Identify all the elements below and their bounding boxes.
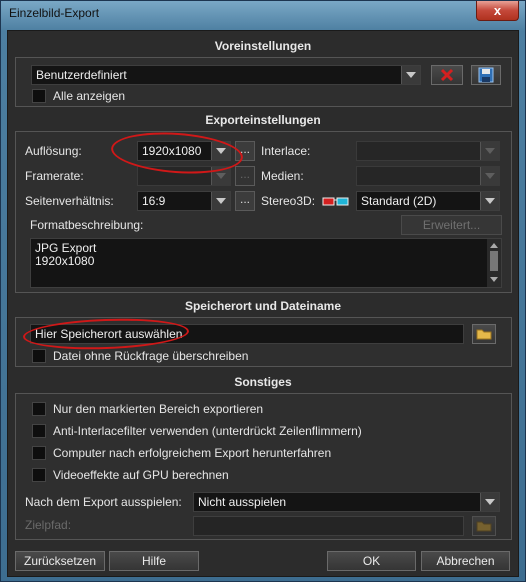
help-button[interactable]: Hilfe [109, 551, 199, 571]
ok-button[interactable]: OK [327, 551, 416, 571]
interlace-label: Interlace: [261, 144, 311, 158]
target-path-label: Zielpfad: [25, 518, 72, 532]
gpu-effects-checkbox[interactable] [32, 468, 46, 482]
misc-section: Nur den markierten Bereich exportieren A… [15, 393, 512, 540]
interlace-select[interactable] [356, 141, 500, 161]
resolution-value: 1920x1080 [142, 144, 202, 158]
save-location-section: Hier Speicherort auswählen Datei ohne Rü… [15, 317, 512, 367]
resolution-label: Auflösung: [25, 144, 82, 158]
show-all-checkbox[interactable] [32, 89, 46, 103]
stereo3d-value: Standard (2D) [361, 194, 437, 208]
misc-heading: Sonstiges [234, 375, 292, 389]
anti-interlace-label: Anti-Interlacefilter verwenden (unterdrü… [53, 424, 362, 438]
close-button[interactable]: x [476, 1, 519, 21]
3d-glasses-icon [322, 197, 349, 206]
stereo3d-label: Stereo3D: [261, 194, 316, 208]
save-path-value: Hier Speicherort auswählen [35, 327, 183, 341]
overwrite-label: Datei ohne Rückfrage überschreiben [53, 349, 249, 363]
show-all-label: Alle anzeigen [53, 89, 126, 103]
chevron-down-icon [401, 66, 420, 84]
save-location-heading: Speicherort und Dateiname [184, 299, 342, 313]
save-preset-button[interactable] [471, 65, 501, 85]
chevron-down-icon [480, 167, 499, 185]
shutdown-label: Computer nach erfolgreichem Export herun… [53, 446, 332, 460]
export-settings-heading: Exporteinstellungen [205, 113, 321, 127]
floppy-disk-icon [478, 67, 494, 83]
folder-icon [476, 329, 492, 340]
resolution-browse-button[interactable]: ... [235, 141, 255, 161]
framerate-label: Framerate: [25, 169, 84, 183]
chevron-down-icon [480, 493, 499, 511]
browse-folder-button[interactable] [472, 324, 496, 344]
target-browse-button[interactable] [472, 516, 496, 536]
aspect-ratio-value: 16:9 [142, 194, 166, 208]
media-label: Medien: [261, 169, 304, 183]
window-title: Einzelbild-Export [9, 6, 100, 20]
preset-value: Benutzerdefiniert [36, 68, 127, 82]
format-description-line: 1920x1080 [35, 254, 95, 268]
reset-button[interactable]: Zurücksetzen [15, 551, 105, 571]
target-path-input[interactable] [193, 516, 464, 536]
chevron-down-icon [211, 142, 230, 160]
chevron-down-icon [211, 192, 230, 210]
chevron-down-icon [211, 167, 230, 185]
cancel-button[interactable]: Abbrechen [421, 551, 510, 571]
preset-select[interactable]: Benutzerdefiniert [31, 65, 421, 85]
chevron-down-icon [480, 192, 499, 210]
export-settings-section: Auflösung: 1920x1080 ... Framerate: ... … [15, 131, 512, 293]
scrollbar-icons [490, 243, 498, 282]
play-after-value: Nicht ausspielen [198, 495, 287, 509]
format-description-label: Formatbeschreibung: [30, 218, 144, 232]
media-select[interactable] [356, 166, 500, 186]
save-path-input[interactable]: Hier Speicherort auswählen [30, 324, 464, 344]
export-selection-label: Nur den markierten Bereich exportieren [53, 402, 264, 416]
export-selection-checkbox[interactable] [32, 402, 46, 416]
delete-x-icon [440, 68, 454, 82]
export-dialog: Einzelbild-Export x Voreinstellungen Ben… [0, 0, 526, 582]
presets-section: Benutzerdefiniert Alle anzeigen [15, 57, 512, 107]
gpu-effects-label: Videoeffekte auf GPU berechnen [53, 468, 229, 482]
aspect-ratio-label: Seitenverhältnis: [25, 194, 114, 208]
framerate-select[interactable] [137, 166, 231, 186]
chevron-down-icon [480, 142, 499, 160]
folder-icon [476, 521, 492, 532]
aspect-ratio-browse-button[interactable]: ... [235, 191, 255, 211]
delete-preset-button[interactable] [431, 65, 463, 85]
format-description-box[interactable]: JPG Export 1920x1080 [30, 238, 502, 288]
framerate-browse-button[interactable]: ... [235, 166, 255, 186]
format-description-line: JPG Export [35, 241, 97, 255]
overwrite-checkbox[interactable] [32, 349, 46, 363]
advanced-button[interactable]: Erweitert... [401, 215, 502, 235]
presets-heading: Voreinstellungen [214, 39, 312, 53]
scrollbar[interactable] [487, 239, 501, 287]
anti-interlace-checkbox[interactable] [32, 424, 46, 438]
resolution-select[interactable]: 1920x1080 [137, 141, 231, 161]
dialog-body: Voreinstellungen Benutzerdefiniert Alle … [7, 30, 519, 577]
title-bar: Einzelbild-Export x [1, 1, 525, 27]
aspect-ratio-select[interactable]: 16:9 [137, 191, 231, 211]
play-after-select[interactable]: Nicht ausspielen [193, 492, 500, 512]
shutdown-checkbox[interactable] [32, 446, 46, 460]
play-after-label: Nach dem Export ausspielen: [25, 495, 182, 509]
stereo3d-select[interactable]: Standard (2D) [356, 191, 500, 211]
